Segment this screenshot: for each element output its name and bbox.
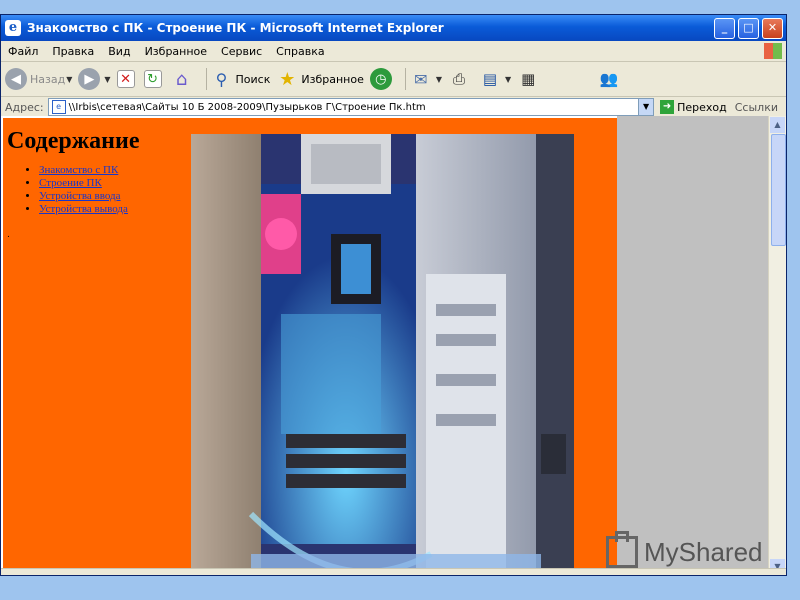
history-icon: ◷ xyxy=(369,68,392,90)
edit-page-icon: ▤ xyxy=(482,70,498,88)
watermark-text: MyShared xyxy=(644,536,763,567)
computer-internals-photo xyxy=(191,134,574,575)
address-label: Адрес: xyxy=(5,100,44,114)
back-label: Назад xyxy=(30,72,66,86)
toc-link-input-devices[interactable]: Устройства ввода xyxy=(39,190,121,202)
search-button[interactable]: ⚲ Поиск xyxy=(211,68,271,90)
toc-link-output-devices[interactable]: Устройства вывода xyxy=(39,203,128,215)
favorites-button[interactable]: ★ Избранное xyxy=(276,68,364,90)
search-icon: ⚲ xyxy=(215,69,228,89)
page-icon: e xyxy=(51,100,66,114)
photo-illustration xyxy=(191,134,574,575)
address-bar: Адрес: e \\Irbis\сетевая\Сайты 10 Б 2008… xyxy=(1,97,786,118)
stray-mark: . xyxy=(7,230,10,240)
toc-link-intro[interactable]: Знакомство с ПК xyxy=(39,164,118,176)
menu-bar: Файл Правка Вид Избранное Сервис Справка xyxy=(1,41,786,62)
menu-edit[interactable]: Правка xyxy=(45,45,101,58)
forward-button[interactable]: ▶ ▼ xyxy=(78,68,111,90)
page-margin xyxy=(617,116,779,575)
messenger-button[interactable]: 👥 xyxy=(598,68,623,90)
page-viewport: Содержание Знакомство с ПК Строение ПК У… xyxy=(1,116,779,575)
minimize-button[interactable]: _ xyxy=(714,17,735,39)
home-button[interactable]: ⌂ xyxy=(171,68,196,90)
address-value: \\Irbis\сетевая\Сайты 10 Б 2008-2009\Пуз… xyxy=(68,101,426,113)
toc-link-structure[interactable]: Строение ПК xyxy=(39,177,102,189)
go-button[interactable]: ➜ Переход xyxy=(660,100,727,114)
toolbar: ◀ Назад ▼ ▶ ▼ ✕ ↻ ⌂ ⚲ Поиск ★ Избранное … xyxy=(1,62,786,97)
menu-favorites[interactable]: Избранное xyxy=(138,45,214,58)
mail-dropdown-icon[interactable]: ▼ xyxy=(436,75,442,84)
search-label: Поиск xyxy=(235,72,271,86)
refresh-icon: ↻ xyxy=(143,70,162,88)
windows-logo-icon xyxy=(764,43,782,59)
menu-help[interactable]: Справка xyxy=(269,45,331,58)
home-icon: ⌂ xyxy=(175,68,188,90)
ie-icon: e xyxy=(5,20,21,36)
back-arrow-icon: ◀ xyxy=(5,68,27,90)
page-heading: Содержание xyxy=(7,128,140,154)
vertical-scrollbar[interactable]: ▲ ▼ xyxy=(768,116,786,575)
stop-button[interactable]: ✕ xyxy=(116,70,138,88)
history-button[interactable]: ◷ xyxy=(369,68,395,90)
favorites-star-icon: ★ xyxy=(279,68,296,90)
refresh-button[interactable]: ↻ xyxy=(143,70,165,88)
list-item: Устройства ввода xyxy=(39,190,128,202)
discuss-icon: ▦ xyxy=(521,70,536,88)
links-button[interactable]: Ссылки xyxy=(735,101,778,114)
toolbar-separator xyxy=(205,68,207,90)
window-title: Знакомство с ПК - Строение ПК - Microsof… xyxy=(27,21,444,35)
go-arrow-icon: ➜ xyxy=(660,100,675,114)
web-page: Содержание Знакомство с ПК Строение ПК У… xyxy=(3,118,617,575)
forward-dropdown-icon[interactable]: ▼ xyxy=(104,75,110,84)
close-button[interactable]: ✕ xyxy=(762,17,783,39)
address-dropdown-icon[interactable]: ▼ xyxy=(638,99,654,115)
watermark-logo: MyShared xyxy=(606,531,763,568)
mail-icon: ✉ xyxy=(414,69,428,89)
menu-tools[interactable]: Сервис xyxy=(214,45,269,58)
list-item: Устройства вывода xyxy=(39,203,128,215)
maximize-button[interactable]: □ xyxy=(738,17,759,39)
list-item: Знакомство с ПК xyxy=(39,164,128,176)
forward-arrow-icon: ▶ xyxy=(78,68,101,90)
print-button[interactable]: ⎙ xyxy=(448,68,473,90)
menu-file[interactable]: Файл xyxy=(1,45,45,58)
scroll-up-icon[interactable]: ▲ xyxy=(770,117,785,133)
menu-view[interactable]: Вид xyxy=(101,45,137,58)
messenger-icon: 👥 xyxy=(599,70,619,88)
browser-window: e Знакомство с ПК - Строение ПК - Micros… xyxy=(0,14,787,576)
edit-dropdown-icon[interactable]: ▼ xyxy=(505,75,511,84)
table-of-contents: Знакомство с ПК Строение ПК Устройства в… xyxy=(9,164,128,216)
stop-icon: ✕ xyxy=(116,70,135,88)
scroll-thumb[interactable] xyxy=(771,134,786,246)
go-label: Переход xyxy=(677,100,727,114)
discuss-button[interactable]: ▦ xyxy=(517,68,542,90)
status-bar xyxy=(1,568,786,575)
address-input[interactable]: e \\Irbis\сетевая\Сайты 10 Б 2008-2009\П… xyxy=(47,98,655,116)
list-item: Строение ПК xyxy=(39,177,128,189)
myshared-logo-icon xyxy=(606,531,638,568)
favorites-label: Избранное xyxy=(301,72,364,86)
print-icon: ⎙ xyxy=(452,70,465,88)
toolbar-separator xyxy=(404,68,406,90)
back-dropdown-icon[interactable]: ▼ xyxy=(66,75,72,84)
edit-button[interactable]: ▤ ▼ xyxy=(479,68,511,90)
mail-button[interactable]: ✉ ▼ xyxy=(410,68,442,90)
title-bar: e Знакомство с ПК - Строение ПК - Micros… xyxy=(1,15,786,41)
back-button[interactable]: ◀ Назад ▼ xyxy=(5,68,72,90)
